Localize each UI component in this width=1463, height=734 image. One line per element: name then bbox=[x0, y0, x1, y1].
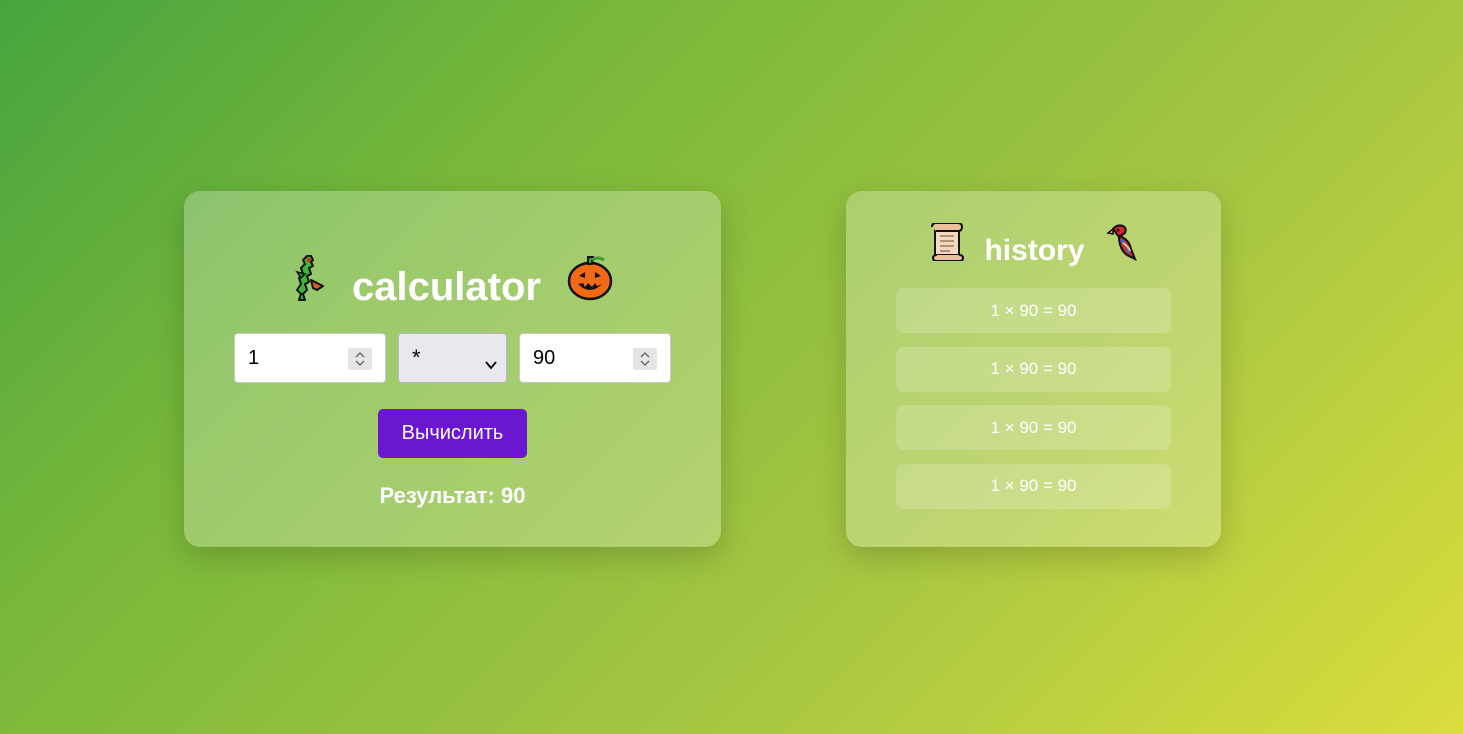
jack-o-lantern-icon bbox=[566, 254, 614, 315]
history-item: 1 × 90 = 90 bbox=[896, 405, 1171, 450]
history-title: history bbox=[846, 222, 1221, 273]
operand-a-spinner[interactable] bbox=[348, 348, 372, 370]
operand-b-input[interactable]: 90 bbox=[519, 333, 671, 383]
operand-b-spinner[interactable] bbox=[633, 348, 657, 370]
history-item: 1 × 90 = 90 bbox=[896, 346, 1171, 392]
scroll-icon bbox=[928, 222, 966, 273]
dragon-icon bbox=[291, 254, 327, 315]
chevron-down-icon bbox=[484, 352, 498, 378]
calculator-title-text: calculator bbox=[352, 265, 541, 310]
operand-a-input[interactable]: 1 bbox=[234, 333, 386, 383]
history-card: history 1 × 90 = 90 1 × 90 = 90 1 × 90 =… bbox=[846, 191, 1221, 547]
operand-a-value: 1 bbox=[248, 346, 260, 369]
result-text: Результат: 90 bbox=[379, 483, 526, 508]
calculator-title: calculator bbox=[184, 254, 721, 315]
history-item: 1 × 90 = 90 bbox=[896, 463, 1171, 509]
operator-value: * bbox=[412, 345, 421, 370]
history-title-text: history bbox=[984, 234, 1085, 268]
calculate-button[interactable]: Вычислить bbox=[378, 409, 527, 458]
calculator-card: calculator 1 * 90 Вычислить Результат: 9… bbox=[184, 191, 721, 547]
history-item: 1 × 90 = 90 bbox=[896, 288, 1171, 333]
operand-b-value: 90 bbox=[533, 346, 556, 369]
parrot-icon bbox=[1103, 223, 1139, 273]
operator-select[interactable]: * bbox=[398, 333, 507, 383]
history-list: 1 × 90 = 90 1 × 90 = 90 1 × 90 = 90 1 × … bbox=[896, 288, 1171, 522]
